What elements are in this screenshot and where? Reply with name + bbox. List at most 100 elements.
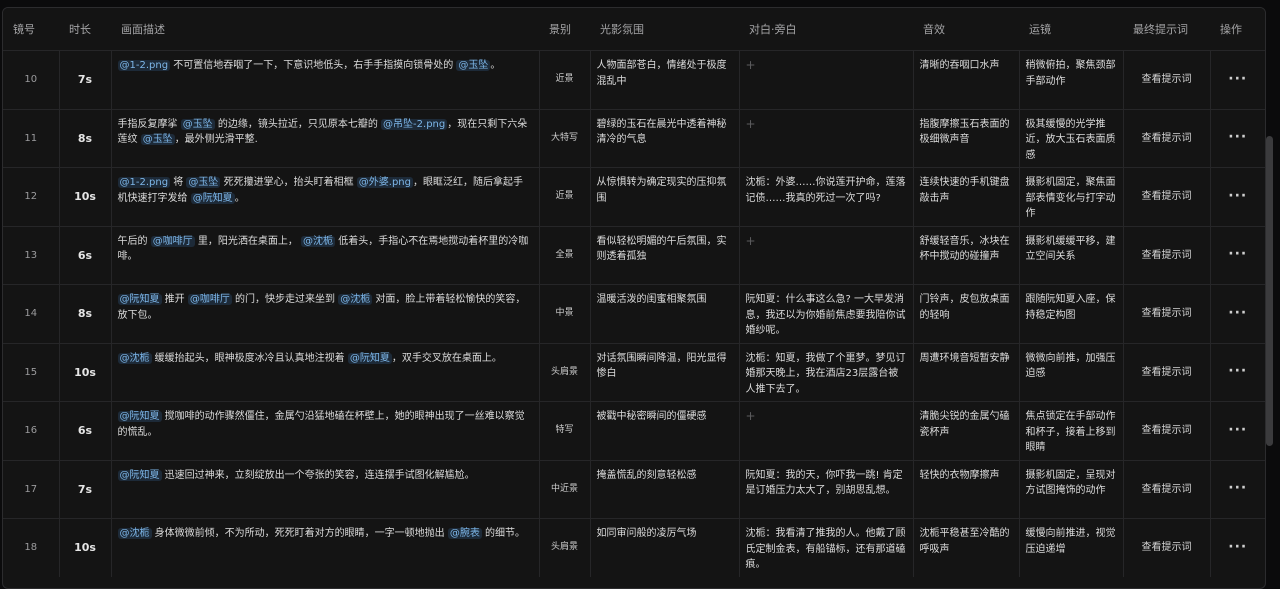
description-cell[interactable]: @阮知夏 迅速回过神来，立刻绽放出一个夸张的笑容，连连摆手试图化解尴尬。 [111,460,540,519]
lighting-cell[interactable]: 如同审问般的凌厉气场 [590,518,740,577]
lighting-cell[interactable]: 碧绿的玉石在晨光中透着神秘清冷的气息 [590,109,740,168]
dialogue-cell[interactable]: 沈栀：我看清了推我的人。他戴了顾氏定制金表，有船锚标，还有那道磕痕。 [739,518,914,577]
view-prompt-button[interactable]: 查看提示词 [1142,133,1192,144]
lighting-cell[interactable]: 看似轻松明媚的午后氛围，实则透着孤独 [590,226,740,285]
asset-mention-tag[interactable]: @外婆.png [356,177,413,188]
sound-effect-cell[interactable]: 周遭环境音短暂安静 [913,343,1020,402]
add-dialogue-icon[interactable]: + [746,409,756,423]
sound-effect-cell[interactable]: 舒缓轻音乐，冰块在杯中搅动的碰撞声 [913,226,1020,285]
sound-effect-cell[interactable]: 连续快速的手机键盘敲击声 [913,167,1020,227]
table-row[interactable]: 11 8s 手指反复摩挲 @玉坠 的边缘，镜头拉近，只见原本七瓣的 @吊坠-2.pn… [3,109,1265,168]
shot-size-cell[interactable]: 大特写 [539,109,591,168]
table-row[interactable]: 13 6s 午后的 @咖啡厅 里，阳光洒在桌面上， @沈栀 低着头，手指心不在焉地搅… [3,226,1265,285]
sound-effect-cell[interactable]: 轻快的衣物摩擦声 [913,460,1020,519]
shot-size-cell[interactable]: 头肩景 [539,518,591,577]
camera-movement-cell[interactable]: 摄影机固定，呈现对方试图掩饰的动作 [1019,460,1124,519]
camera-movement-cell[interactable]: 微微向前推，加强压迫感 [1019,343,1124,402]
asset-mention-tag[interactable]: @咖啡厅 [187,294,232,305]
camera-movement-cell[interactable]: 焦点锁定在手部动作和杯子，接着上移到眼睛 [1019,401,1124,461]
shot-size-cell[interactable]: 头肩景 [539,343,591,402]
scrollbar-thumb[interactable] [1266,136,1273,446]
asset-mention-tag[interactable]: @沈栀 [338,294,373,305]
dialogue-cell[interactable]: + [739,109,914,168]
view-prompt-button[interactable]: 查看提示词 [1142,367,1192,378]
more-options-icon[interactable]: ··· [1228,480,1247,496]
camera-movement-cell[interactable]: 跟随阮知夏入座，保持稳定构图 [1019,284,1124,344]
shot-size-cell[interactable]: 中景 [539,284,591,344]
vertical-scrollbar[interactable] [1266,8,1273,576]
asset-mention-tag[interactable]: @沈栀 [117,528,152,539]
add-dialogue-icon[interactable]: + [746,234,756,248]
table-row[interactable]: 16 6s @阮知夏 搅咖啡的动作骤然僵住，金属勺沿猛地磕在杯壁上，她的眼神出现了一… [3,401,1265,461]
sound-effect-cell[interactable]: 门铃声，皮包放桌面的轻响 [913,284,1020,344]
asset-mention-tag[interactable]: @1-2.png [117,177,171,188]
dialogue-cell[interactable]: + [739,50,914,110]
view-prompt-button[interactable]: 查看提示词 [1142,191,1192,202]
sound-effect-cell[interactable]: 沈栀平稳甚至冷酷的呼吸声 [913,518,1020,577]
more-options-icon[interactable]: ··· [1228,422,1247,438]
more-options-icon[interactable]: ··· [1228,363,1247,379]
lighting-cell[interactable]: 掩盖慌乱的刻意轻松感 [590,460,740,519]
dialogue-cell[interactable]: 阮知夏：我的天，你吓我一跳! 肯定是订婚压力太大了，别胡思乱想。 [739,460,914,519]
asset-mention-tag[interactable]: @阮知夏 [117,411,162,422]
table-row[interactable]: 18 10s @沈栀 身体微微前倾，不为所动，死死盯着对方的眼睛，一字一顿地抛出 @… [3,518,1265,577]
asset-mention-tag[interactable]: @阮知夏 [347,352,392,364]
view-prompt-button[interactable]: 查看提示词 [1142,308,1192,319]
asset-mention-tag[interactable]: @玉坠 [186,177,221,188]
camera-movement-cell[interactable]: 摄影机固定，聚焦面部表情变化与打字动作 [1019,167,1124,227]
shot-size-cell[interactable]: 近景 [539,50,591,110]
asset-mention-tag[interactable]: @沈栀 [301,235,336,247]
table-row[interactable]: 15 10s @沈栀 缓缓抬起头，眼神极度冰冷且认真地注视着 @阮知夏 ，双手交叉放在… [3,343,1265,402]
description-cell[interactable]: @阮知夏 搅咖啡的动作骤然僵住，金属勺沿猛地磕在杯壁上，她的眼神出现了一丝难以察… [111,401,540,461]
camera-movement-cell[interactable]: 缓慢向前推进，视觉压迫递增 [1019,518,1124,577]
dialogue-cell[interactable]: 沈栀：外婆……你说莲开护命，莲落记债……我真的死过一次了吗? [739,167,914,227]
asset-mention-tag[interactable]: @阮知夏 [117,294,162,305]
asset-mention-tag[interactable]: @腕表 [447,528,482,539]
dialogue-cell[interactable]: + [739,401,914,461]
view-prompt-button[interactable]: 查看提示词 [1142,425,1192,436]
dialogue-cell[interactable]: + [739,226,914,285]
description-cell[interactable]: @阮知夏 推开 @咖啡厅 的门，快步走过来坐到 @沈栀 对面，脸上带着轻松愉快的… [111,284,540,344]
asset-mention-tag[interactable]: @1-2.png [117,60,171,71]
asset-mention-tag[interactable]: @咖啡厅 [150,235,195,247]
camera-movement-cell[interactable]: 极其缓慢的光学推近，放大玉石表面质感 [1019,109,1124,168]
lighting-cell[interactable]: 温暖活泼的闺蜜相聚氛围 [590,284,740,344]
view-prompt-button[interactable]: 查看提示词 [1142,74,1192,85]
description-cell[interactable]: @沈栀 缓缓抬起头，眼神极度冰冷且认真地注视着 @阮知夏 ，双手交叉放在桌面上。 [111,343,540,402]
add-dialogue-icon[interactable]: + [746,117,756,131]
description-cell[interactable]: 午后的 @咖啡厅 里，阳光洒在桌面上， @沈栀 低着头，手指心不在焉地搅动着杯里… [111,226,540,285]
description-cell[interactable]: @沈栀 身体微微前倾，不为所动，死死盯着对方的眼睛，一字一顿地抛出 @腕表 的细… [111,518,540,577]
sound-effect-cell[interactable]: 清晰的吞咽口水声 [913,50,1020,110]
more-options-icon[interactable]: ··· [1228,305,1247,321]
more-options-icon[interactable]: ··· [1228,246,1247,262]
asset-mention-tag[interactable]: @阮知夏 [190,192,235,204]
more-options-icon[interactable]: ··· [1228,71,1247,87]
asset-mention-tag[interactable]: @阮知夏 [117,469,162,481]
sound-effect-cell[interactable]: 清脆尖锐的金属勺磕瓷杯声 [913,401,1020,461]
add-dialogue-icon[interactable]: + [746,58,756,72]
more-options-icon[interactable]: ··· [1228,539,1247,555]
shot-size-cell[interactable]: 中近景 [539,460,591,519]
shot-size-cell[interactable]: 近景 [539,167,591,227]
dialogue-cell[interactable]: 阮知夏：什么事这么急? 一大早发消息，我还以为你婚前焦虑要我陪你试婚纱呢。 [739,284,914,344]
table-row[interactable]: 14 8s @阮知夏 推开 @咖啡厅 的门，快步走过来坐到 @沈栀 对面，脸上带着轻… [3,284,1265,344]
shot-size-cell[interactable]: 全景 [539,226,591,285]
lighting-cell[interactable]: 从惊惧转为确定现实的压抑氛围 [590,167,740,227]
asset-mention-tag[interactable]: @玉坠 [140,134,175,145]
description-cell[interactable]: 手指反复摩挲 @玉坠 的边缘，镜头拉近，只见原本七瓣的 @吊坠-2.png ，现在… [111,109,540,168]
lighting-cell[interactable]: 被戳中秘密瞬间的僵硬感 [590,401,740,461]
description-cell[interactable]: @1-2.png 不可置信地吞咽了一下，下意识地低头，右手手指摸向锁骨处的 @玉… [111,50,540,110]
lighting-cell[interactable]: 人物面部苍白，情绪处于极度混乱中 [590,50,740,110]
camera-movement-cell[interactable]: 稍微俯拍，聚焦颈部手部动作 [1019,50,1124,110]
view-prompt-button[interactable]: 查看提示词 [1142,542,1192,553]
asset-mention-tag[interactable]: @玉坠 [456,60,491,71]
asset-mention-tag[interactable]: @玉坠 [180,118,215,130]
table-row[interactable]: 12 10s @1-2.png 将 @玉坠 死死攥进掌心，抬头盯着相框 @外婆.pn… [3,167,1265,227]
camera-movement-cell[interactable]: 摄影机缓缓平移，建立空间关系 [1019,226,1124,285]
more-options-icon[interactable]: ··· [1228,188,1247,204]
view-prompt-button[interactable]: 查看提示词 [1142,250,1192,261]
asset-mention-tag[interactable]: @吊坠-2.png [381,118,448,130]
dialogue-cell[interactable]: 沈栀：知夏，我做了个噩梦。梦见订婚那天晚上，我在酒店23层露台被人推下去了。 [739,343,914,402]
description-cell[interactable]: @1-2.png 将 @玉坠 死死攥进掌心，抬头盯着相框 @外婆.png ，眼眶泛… [111,167,540,227]
table-row[interactable]: 10 7s @1-2.png 不可置信地吞咽了一下，下意识地低头，右手手指摸向锁骨处… [3,50,1265,110]
